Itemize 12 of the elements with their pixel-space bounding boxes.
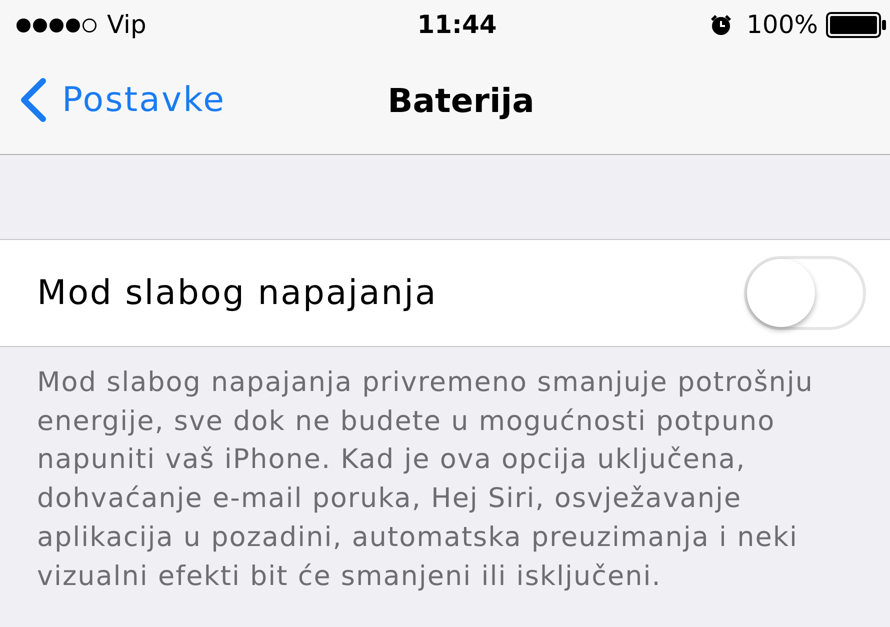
toggle-knob: [747, 259, 815, 327]
clock-time: 11:44: [416, 10, 497, 40]
setting-label: Mod slabog napajanja: [37, 273, 438, 313]
battery-icon: [826, 12, 886, 38]
page-title: Baterija: [386, 80, 534, 120]
battery-percentage: 100%: [746, 10, 818, 40]
signal-strength-icon: [16, 18, 97, 32]
description-text: Mod slabog napajanja privremeno smanjuje potrošnju energije, sve dok ne budete u mogućnosti potpuno napuniti vaš iPhone. Kad je ova opcija uključena, dohvaćanje e-mail poruka, Hej Siri, osvježavanje aplikacija u pozadini, automatska preuzimanja i neki vizualni efekti bit će smanjeni ili isključeni.: [36, 366, 815, 594]
alarm-clock-icon: [708, 13, 733, 37]
back-button[interactable]: Postavke: [18, 78, 226, 122]
chevron-left-icon: [18, 78, 48, 122]
carrier-name: Vip: [107, 10, 146, 40]
